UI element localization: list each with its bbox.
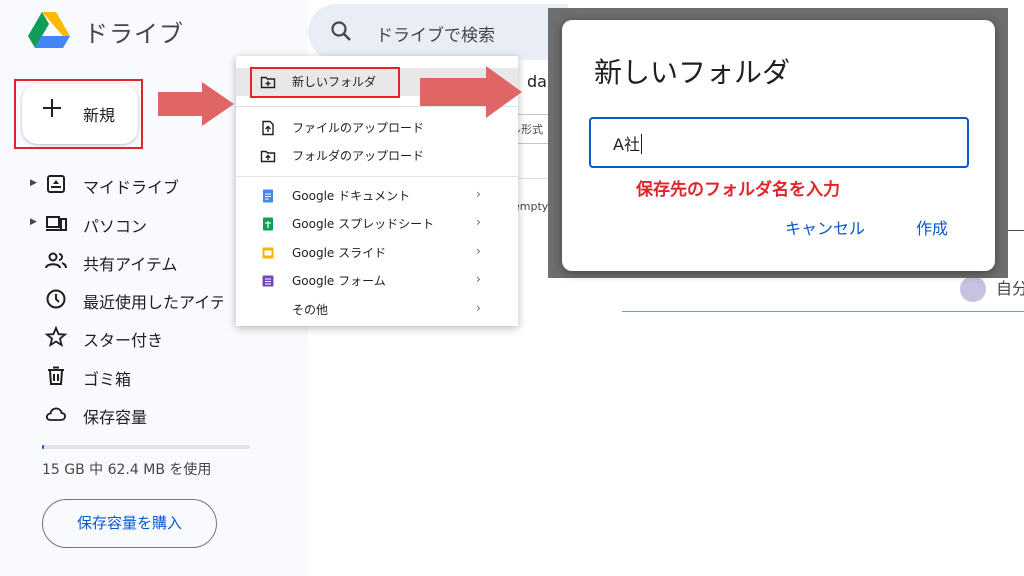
- sheets-icon: [263, 217, 273, 231]
- sidebar-item-label: 最近使用したアイテム: [83, 293, 223, 312]
- storage-usage-fill: [42, 445, 44, 449]
- star-icon: [44, 325, 68, 347]
- clock-icon: [46, 289, 66, 309]
- menu-item-folder-upload[interactable]: フォルダのアップロード: [236, 142, 518, 170]
- menu-item-label: ファイルのアップロード: [292, 121, 425, 135]
- new-button-highlight: [14, 79, 143, 149]
- dialog-title: 新しいフォルダ: [594, 56, 791, 89]
- menu-item-more[interactable]: その他 ›: [236, 296, 518, 324]
- shared-icon: [45, 252, 67, 269]
- new-folder-highlight: [250, 67, 400, 98]
- buy-storage-button[interactable]: 保存容量を購入: [42, 499, 217, 548]
- folder-name-input[interactable]: [589, 117, 969, 168]
- cloud-icon: [45, 407, 66, 421]
- menu-item-label: その他: [292, 303, 329, 317]
- expand-caret-icon[interactable]: ▶: [30, 178, 37, 188]
- folder-upload-icon: [260, 150, 276, 163]
- owner-label: 自分: [996, 279, 1024, 298]
- menu-item-label: フォルダのアップロード: [292, 149, 425, 163]
- menu-item-google-forms[interactable]: Google フォーム ›: [236, 267, 518, 295]
- list-cell-partial: empty: [513, 200, 549, 213]
- annotation-text: 保存先のフォルダ名を入力: [636, 180, 840, 200]
- chevron-right-icon: ›: [476, 301, 481, 315]
- search-icon[interactable]: [330, 20, 352, 42]
- arrow-right-icon: [420, 66, 522, 118]
- sidebar-item-label: 共有アイテム: [83, 255, 178, 274]
- text-cursor: [640, 134, 642, 154]
- sidebar-item-recent[interactable]: 最近使用したアイテム: [30, 286, 230, 312]
- search-placeholder[interactable]: ドライブで検索: [376, 21, 495, 46]
- computers-icon: [46, 216, 67, 231]
- chevron-right-icon: ›: [476, 187, 481, 201]
- menu-item-google-docs[interactable]: Google ドキュメント ›: [236, 182, 518, 210]
- sidebar-item-computers[interactable]: ▶ パソコン: [30, 210, 230, 236]
- divider: [622, 311, 1024, 312]
- menu-item-label: Google スライド: [292, 246, 387, 260]
- my-drive-icon: [47, 175, 65, 193]
- avatar: [960, 276, 986, 302]
- main-heading-partial: da: [527, 72, 547, 91]
- sidebar-item-label: パソコン: [83, 217, 148, 236]
- menu-item-label: Google フォーム: [292, 274, 386, 288]
- menu-divider: [236, 176, 518, 177]
- trash-icon: [48, 366, 64, 385]
- docs-icon: [263, 189, 273, 203]
- folder-name-input-value[interactable]: A社: [613, 131, 642, 155]
- storage-usage-text: 15 GB 中 62.4 MB を使用: [42, 462, 212, 478]
- slides-icon: [262, 247, 274, 259]
- google-drive-logo[interactable]: [28, 12, 70, 50]
- sidebar-item-shared[interactable]: 共有アイテム: [30, 248, 230, 274]
- sidebar-item-label: ゴミ箱: [83, 370, 132, 389]
- sidebar-item-my-drive[interactable]: ▶ マイドライブ: [30, 171, 230, 197]
- cancel-button[interactable]: キャンセル: [785, 215, 865, 239]
- sidebar-item-storage[interactable]: 保存容量: [30, 401, 230, 427]
- create-button[interactable]: 作成: [916, 215, 948, 239]
- file-upload-icon: [262, 120, 274, 136]
- sidebar-item-label: 保存容量: [83, 408, 148, 427]
- sidebar-item-starred[interactable]: スター付き: [30, 324, 230, 350]
- sidebar-item-label: スター付き: [83, 331, 164, 350]
- app-title: ドライブ: [84, 20, 184, 48]
- menu-item-label: Google ドキュメント: [292, 189, 411, 203]
- menu-item-google-slides[interactable]: Google スライド ›: [236, 239, 518, 267]
- menu-item-google-sheets[interactable]: Google スプレッドシート ›: [236, 210, 518, 238]
- sidebar-item-trash[interactable]: ゴミ箱: [30, 363, 230, 389]
- chevron-right-icon: ›: [476, 244, 481, 258]
- menu-item-label: Google スプレッドシート: [292, 217, 435, 231]
- chevron-right-icon: ›: [476, 215, 481, 229]
- arrow-right-icon: [158, 82, 234, 126]
- expand-caret-icon[interactable]: ▶: [30, 217, 37, 227]
- chevron-right-icon: ›: [476, 272, 481, 286]
- forms-icon: [262, 275, 274, 287]
- storage-usage-bar: [42, 445, 250, 449]
- sidebar-item-label: マイドライブ: [83, 178, 180, 197]
